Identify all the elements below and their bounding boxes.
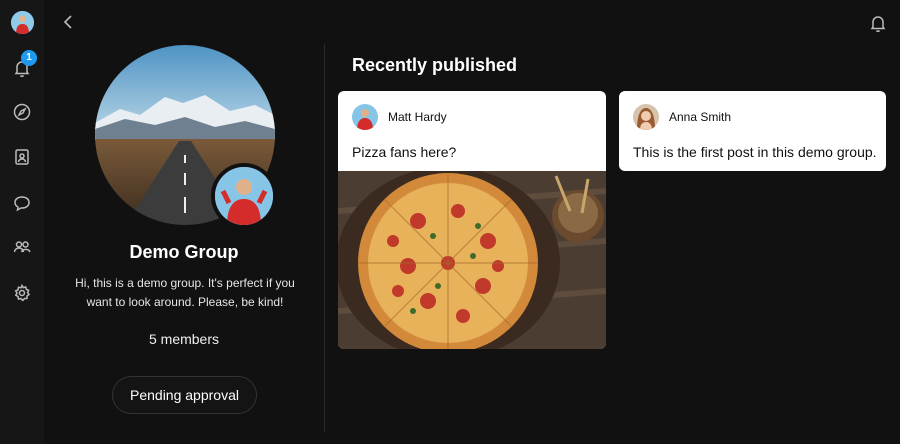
group-description: Hi, this is a demo group. It's perfect i… xyxy=(75,276,295,309)
bell-icon[interactable] xyxy=(868,13,888,33)
author-name[interactable]: Anna Smith xyxy=(669,110,731,124)
post-text: This is the first post in this demo grou… xyxy=(633,144,877,160)
member-count[interactable]: 5 members xyxy=(44,331,324,347)
author-avatar[interactable] xyxy=(633,104,659,130)
chat-icon[interactable] xyxy=(12,193,32,213)
user-avatar[interactable] xyxy=(11,11,34,34)
compass-icon[interactable] xyxy=(12,102,32,122)
notification-badge: 1 xyxy=(21,50,37,66)
post-text: Pizza fans here? xyxy=(352,144,457,160)
settings-icon[interactable] xyxy=(12,283,32,303)
group-panel: Demo Group Hi, this is a demo group. It'… xyxy=(44,44,324,444)
section-title: Recently published xyxy=(352,55,518,75)
post-card[interactable]: Anna Smith This is the first post in thi… xyxy=(619,91,886,171)
pending-approval-button[interactable]: Pending approval xyxy=(112,376,257,414)
panel-divider xyxy=(324,44,325,432)
post-card[interactable]: Matt Hardy Pizza fans here? xyxy=(338,91,606,349)
post-header: Matt Hardy xyxy=(352,104,447,130)
author-avatar[interactable] xyxy=(352,104,378,130)
chevron-left-icon[interactable] xyxy=(60,12,76,32)
group-owner-avatar xyxy=(211,163,277,229)
group-name: Demo Group xyxy=(129,242,239,262)
post-image[interactable] xyxy=(338,167,606,349)
contacts-icon[interactable] xyxy=(12,147,32,167)
author-name[interactable]: Matt Hardy xyxy=(388,110,447,124)
post-header: Anna Smith xyxy=(633,104,731,130)
sidebar-rail: 1 xyxy=(0,0,44,444)
people-icon[interactable] xyxy=(12,237,32,257)
